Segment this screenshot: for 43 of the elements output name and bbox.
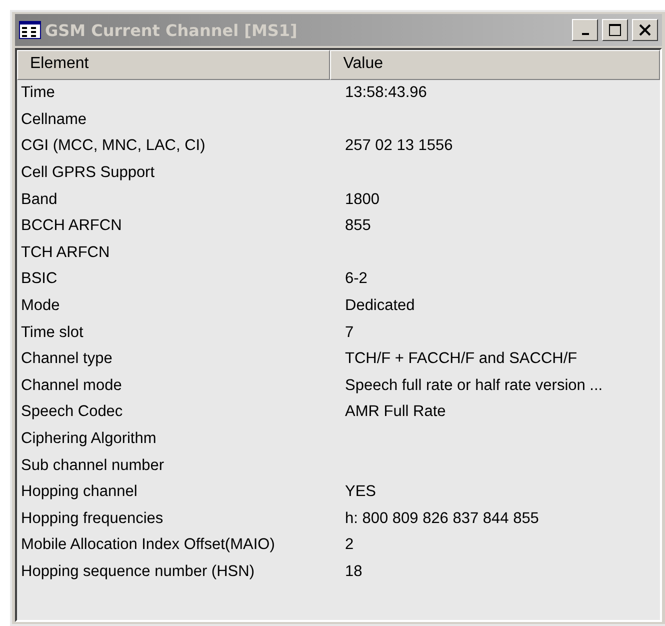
close-icon — [639, 24, 651, 36]
element-cell-text: Time slot — [20, 324, 84, 342]
column-header[interactable]: Element — [17, 50, 330, 80]
value-cell-text: TCH/F + FACCH/F and SACCH/F — [344, 350, 578, 368]
element-cell-text: BSIC — [20, 270, 58, 288]
value-cell-text: Dedicated — [344, 297, 416, 316]
element-cell-text: Cell GPRS Support — [20, 164, 156, 182]
element-cell-text: Sub channel number — [20, 456, 166, 475]
value-cell-text: Speech full rate or half rate version ... — [344, 376, 604, 395]
value-cell-text: 18 — [344, 562, 364, 581]
value-cell-text: YES — [344, 483, 378, 502]
column-header[interactable]: Value — [330, 50, 660, 80]
value-cell-text: 1800 — [344, 190, 380, 209]
element-cell-text: Cellname — [20, 110, 88, 129]
element-cell-text: Hopping channel — [20, 483, 138, 502]
element-cell-text: Mobile Allocation Index Offset(MAIO) — [20, 536, 276, 554]
element-cell-text: Time — [20, 84, 56, 102]
element-cell-text: Mode — [20, 297, 61, 316]
value-cell-text: 257 02 13 1556 — [344, 137, 454, 156]
element-cell-text: Channel type — [20, 350, 114, 368]
maximize-icon — [608, 23, 622, 37]
table-icon — [19, 21, 41, 39]
value-cell-text: h: 800 809 826 837 844 855 — [344, 510, 540, 528]
element-cell-text: Hopping sequence number (HSN) — [20, 562, 256, 581]
element-cell-text: Ciphering Algorithm — [20, 430, 158, 448]
element-cell-text: BCCH ARFCN — [20, 217, 123, 236]
element-cell-text: Hopping frequencies — [20, 510, 164, 528]
element-cell-text: Speech Codec — [20, 403, 124, 422]
close-button[interactable] — [632, 19, 658, 41]
element-cell-text: TCH ARFCN — [20, 244, 111, 262]
element-cell-text: Band — [20, 190, 58, 209]
element-cell-text: CGI (MCC, MNC, LAC, CI) — [20, 137, 206, 156]
minimize-button[interactable] — [572, 19, 598, 41]
maximize-button[interactable] — [602, 19, 628, 41]
minimize-icon — [582, 33, 588, 35]
value-cell-text: 13:58:43.96 — [344, 84, 428, 102]
value-cell-text: AMR Full Rate — [344, 403, 447, 422]
value-cell-text: 6-2 — [344, 270, 368, 288]
value-cell-text: 2 — [344, 536, 355, 554]
window-title: GSM Current Channel [MS1] — [45, 20, 298, 40]
value-cell-text: 7 — [344, 324, 355, 342]
value-cell-text: 855 — [344, 217, 372, 236]
element-cell-text: Channel mode — [20, 376, 123, 395]
